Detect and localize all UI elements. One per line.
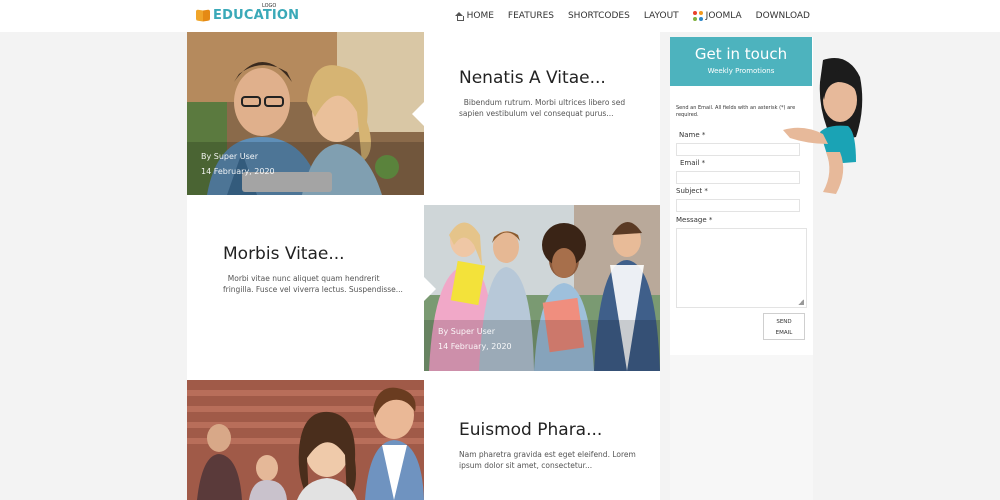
main-nav: HOME FEATURES SHORTCODES LAYOUT JOOMLA D… [454,0,810,32]
home-icon [454,12,464,21]
posts-list: By Super User 14 February, 2020 Nenatis … [187,32,660,500]
logo-text: EDUCATION [213,7,300,23]
post-summary: Euismod Phara... Nam pharetra gravida es… [459,420,639,471]
students-photo-3 [187,380,424,500]
name-label: Name * [679,131,706,139]
post-excerpt: Morbi vitae nunc aliquet quam hendrerit … [223,274,403,294]
nav-item-label: HOME [466,11,494,21]
logo-small-label: LOGO [262,3,277,9]
post-title[interactable]: Morbis Vitae... [223,244,403,264]
peeking-woman-illustration [783,58,863,194]
send-label-line1: SEND [776,319,792,325]
post-title[interactable]: Euismod Phara... [459,420,639,440]
nav-item-joomla[interactable]: JOOMLA [692,11,742,21]
post-meta: By Super User 14 February, 2020 [438,324,512,354]
send-label-line2: EMAIL [775,330,793,336]
resize-grip-icon[interactable] [798,299,804,305]
nav-item-features[interactable]: FEATURES [508,11,554,21]
post-image[interactable] [187,380,424,500]
post-author: By Super User [201,152,258,161]
post-date: 14 February, 2020 [201,167,275,176]
site-header: EDUCATION LOGO HOME FEATURES SHORTCODES … [0,0,1000,32]
nav-item-download[interactable]: DOWNLOAD [756,11,810,21]
post-excerpt: Bibendum rutrum. Morbi ultrices libero s… [459,98,626,118]
nav-item-shortcodes[interactable]: SHORTCODES [568,11,630,21]
post-meta: By Super User 14 February, 2020 [201,149,275,179]
nav-item-label: FEATURES [507,11,554,21]
nav-item-layout[interactable]: LAYOUT [644,11,679,21]
book-icon [196,10,210,21]
sidebar-bottom [670,355,813,500]
pointer-arrow [424,277,436,301]
nav-item-label: SHORTCODES [567,11,630,21]
post-title[interactable]: Nenatis A Vitae... [459,68,639,88]
subject-label: Subject * [676,187,708,195]
post-date: 14 February, 2020 [438,342,512,351]
post-image[interactable]: By Super User 14 February, 2020 [424,205,660,371]
message-field[interactable] [676,228,807,308]
email-label: Email * [680,159,706,167]
subject-field[interactable] [676,199,800,212]
nav-item-home[interactable]: HOME [454,11,494,21]
nav-item-label: LAYOUT [643,11,679,21]
post-author: By Super User [438,327,495,336]
post-image[interactable]: By Super User 14 February, 2020 [187,32,424,195]
message-label: Message * [676,216,713,224]
post-summary: Morbis Vitae... Morbi vitae nunc aliquet… [223,244,403,295]
pointer-arrow [412,102,424,126]
joomla-icon [692,11,703,21]
post-summary: Nenatis A Vitae... Bibendum rutrum. Morb… [459,68,639,119]
nav-item-label: JOOMLA [705,11,742,21]
site-logo[interactable]: EDUCATION LOGO [196,3,300,26]
nav-item-label: DOWNLOAD [755,11,810,21]
post-excerpt: Nam pharetra gravida est eget eleifend. … [459,450,636,470]
send-email-button[interactable]: SEND EMAIL [763,313,805,340]
